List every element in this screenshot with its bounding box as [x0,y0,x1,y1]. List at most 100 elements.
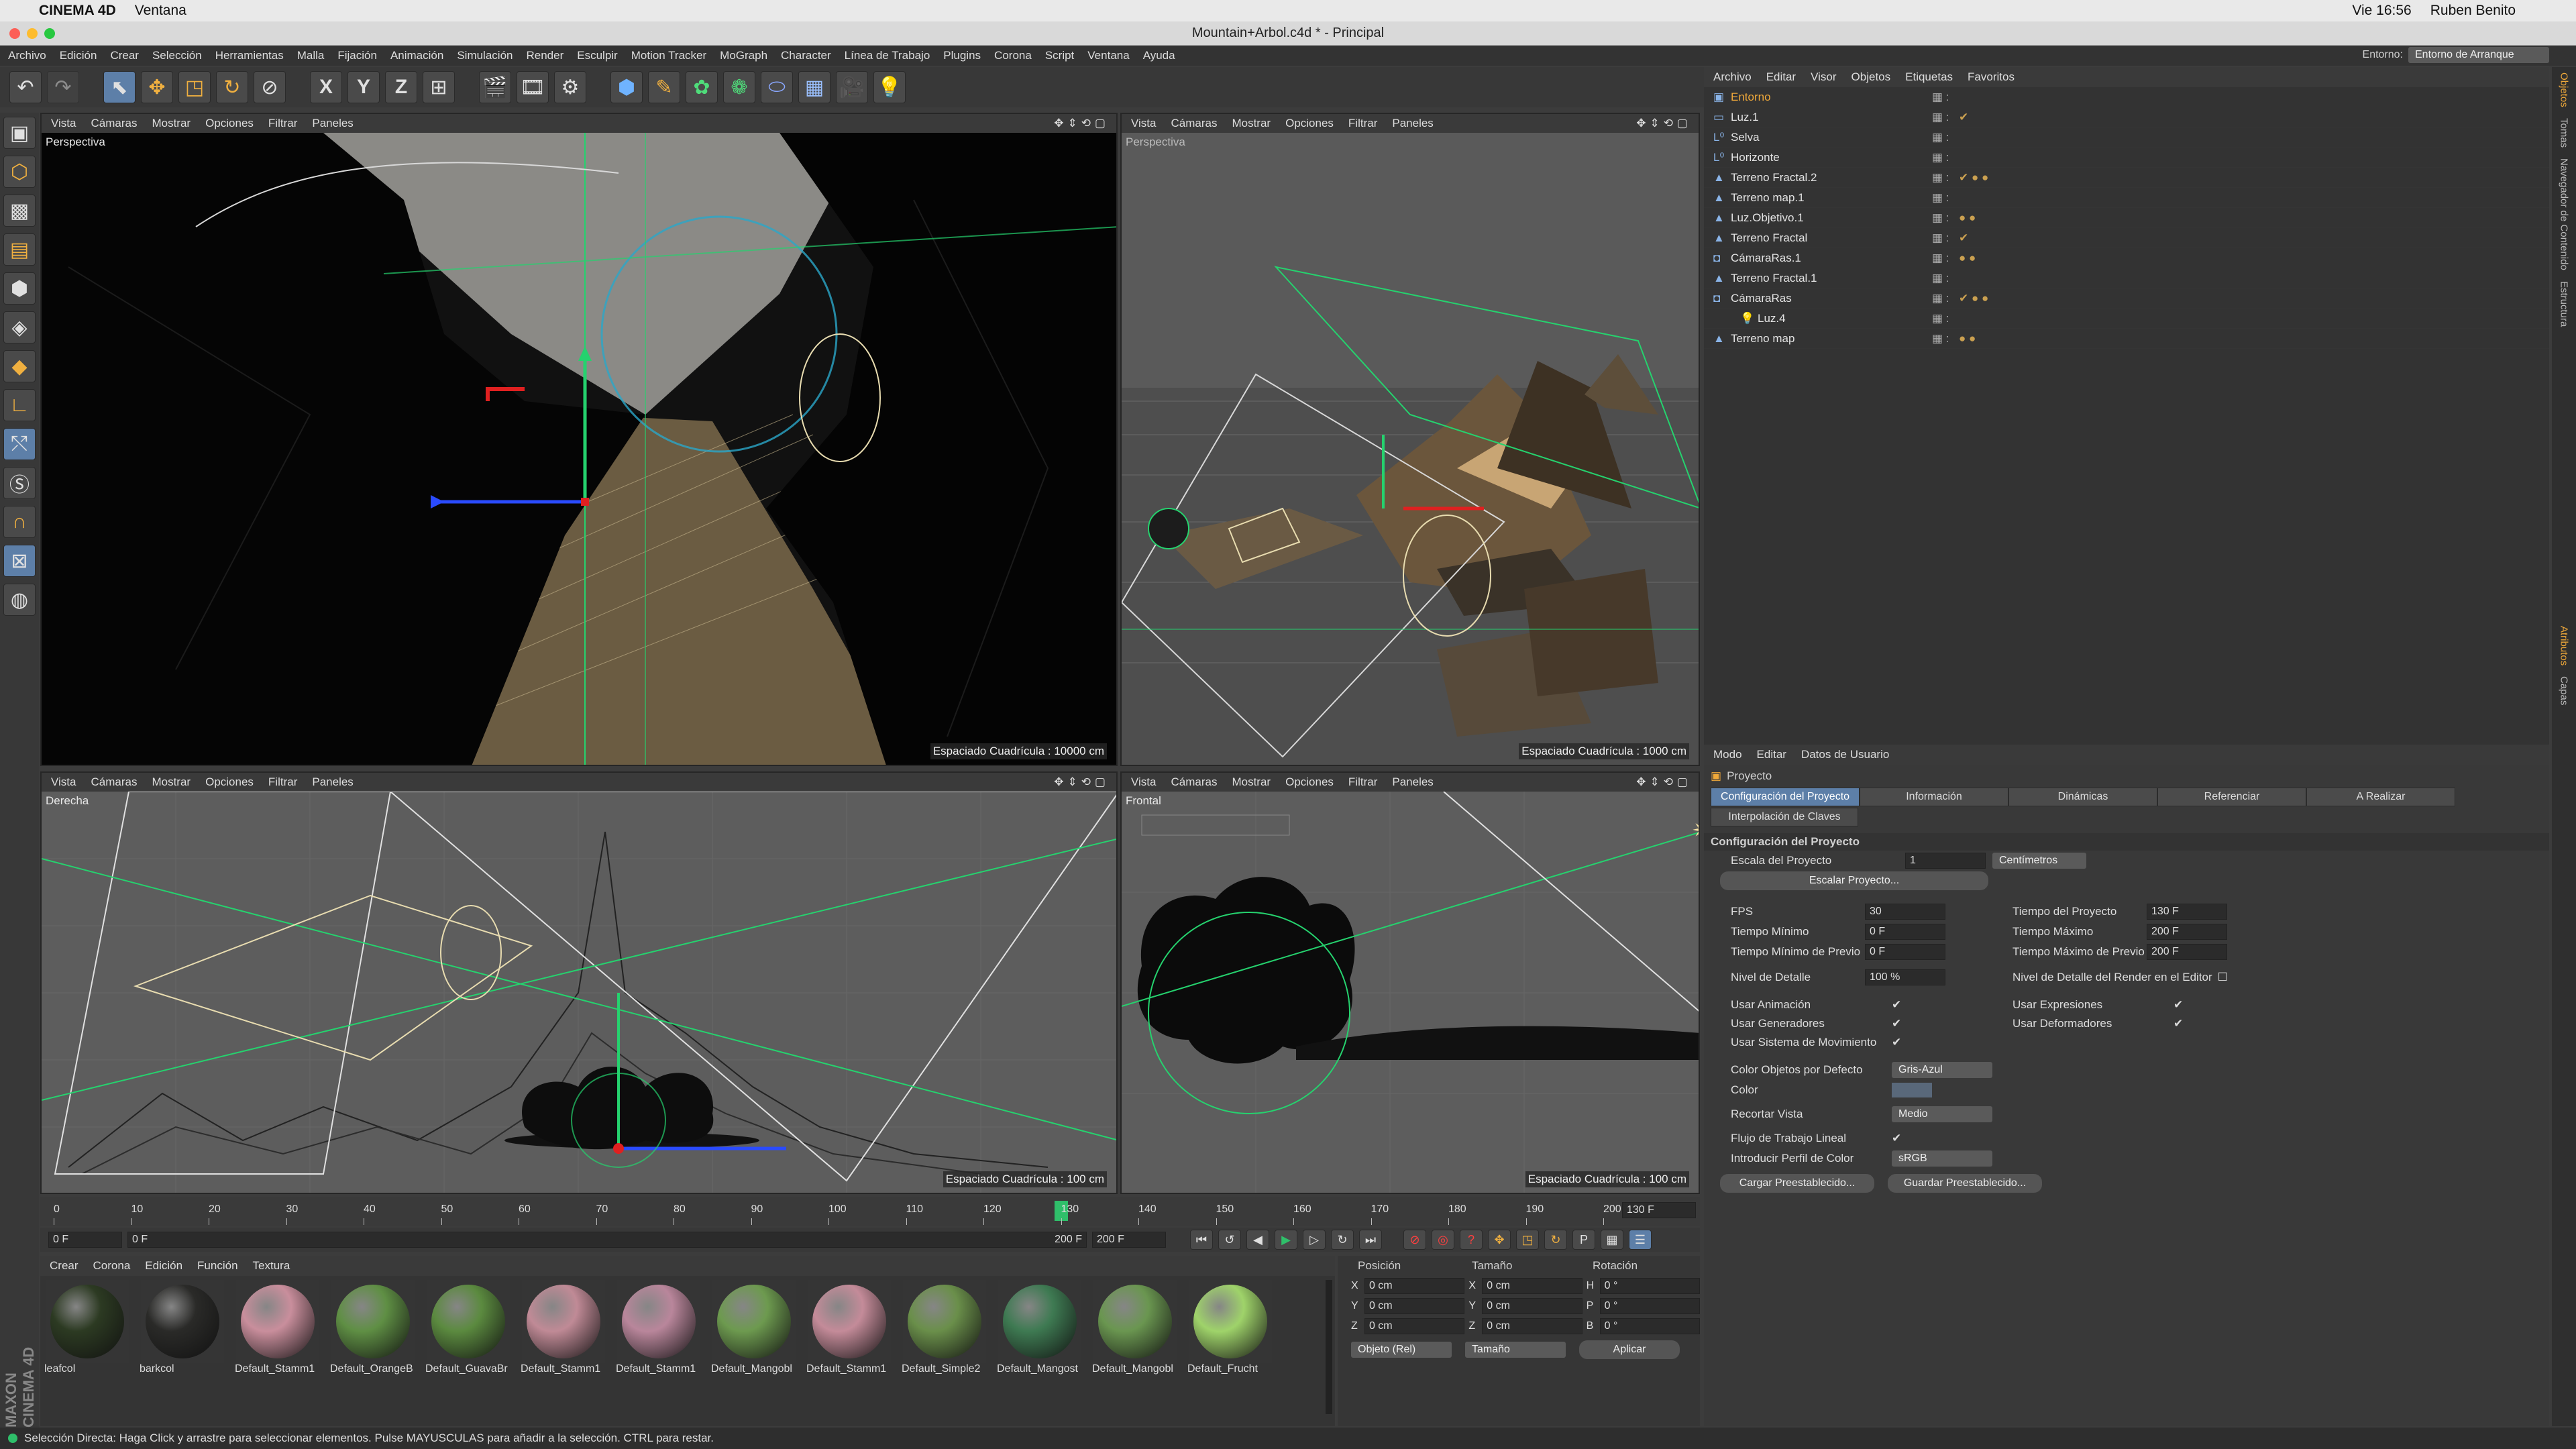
size-field[interactable]: 0 cm [1482,1318,1582,1334]
lod-field[interactable]: 100 % [1865,969,1945,985]
viewport-right[interactable]: Vista Cámaras Mostrar Opciones Filtrar Panele… [40,771,1118,1194]
visibility-toggle-icon[interactable]: ▦ : [1932,252,1959,265]
side-tab[interactable]: Navegador de Contenido [2559,153,2570,276]
coordinate-system-icon[interactable]: ⊞ [423,71,455,103]
viewport-menu-item[interactable]: Mostrar [1232,775,1271,789]
rotate-icon[interactable]: ↻ [216,71,248,103]
key-scale-icon[interactable]: ◳ [1516,1230,1539,1250]
object-tags[interactable]: ● ● [1959,332,1976,345]
render-view-icon[interactable]: 🎬 [479,71,511,103]
viewport-menu-item[interactable]: Opciones [205,775,254,789]
keyframe-selection-icon[interactable]: ? [1460,1230,1483,1250]
visibility-toggle-icon[interactable]: ▦ : [1932,191,1959,205]
menu-4[interactable]: Herramientas [215,49,284,62]
current-frame-field[interactable]: 130 F [1622,1202,1696,1218]
apply-button[interactable]: Aplicar [1579,1340,1680,1359]
viewport-menu-item[interactable]: Filtrar [1348,117,1377,130]
object-menu-item[interactable]: Archivo [1713,70,1752,84]
object-menu-item[interactable]: Etiquetas [1905,70,1953,84]
make-editable-icon[interactable]: ▣ [3,117,36,149]
menu-5[interactable]: Malla [297,49,325,62]
size-mode-dropdown[interactable]: Tamaño [1465,1342,1566,1358]
coord-mode-dropdown[interactable]: Objeto (Rel) [1351,1342,1452,1358]
light-icon[interactable]: 💡 [873,71,906,103]
visibility-toggle-icon[interactable]: ▦ : [1932,211,1959,225]
subdivision-icon[interactable]: ✿ [686,71,718,103]
object-menu-item[interactable]: Visor [1811,70,1836,84]
object-menu-item[interactable]: Objetos [1851,70,1891,84]
linear-workflow-checkbox[interactable]: ✔ [1892,1132,1901,1145]
viewport-nav-icons[interactable]: ✥⇕⟲▢ [1054,775,1110,789]
attr-tab[interactable]: Referenciar [2157,788,2306,806]
user-name[interactable]: Ruben Benito [2430,3,2516,19]
play-icon[interactable]: ▶ [1275,1230,1297,1250]
menu-10[interactable]: Esculpir [577,49,617,62]
material-swatch[interactable]: Default_Stamm1 [233,1280,322,1375]
attr-tab[interactable]: A Realizar [2306,788,2455,806]
camera-icon[interactable]: 🎥 [836,71,868,103]
material-menu-item[interactable]: Textura [253,1259,290,1273]
attr-menu-item[interactable]: Modo [1713,748,1742,761]
viewport-menu-item[interactable]: Mostrar [152,117,191,130]
visibility-toggle-icon[interactable]: ▦ : [1932,312,1959,325]
rotation-field[interactable]: 0 ° [1599,1298,1700,1314]
menu-12[interactable]: MoGraph [720,49,767,62]
menu-0[interactable]: Archivo [8,49,46,62]
color-swatch[interactable] [1892,1083,1932,1097]
visibility-toggle-icon[interactable]: ▦ : [1932,292,1959,305]
time-field[interactable]: 0 F [1865,924,1945,940]
timeline-settings-icon[interactable]: ☰ [1629,1230,1652,1250]
object-tree-item[interactable]: ▲ Terreno Fractal ▦ : ✔ [1704,228,2549,248]
object-menu-item[interactable]: Editar [1766,70,1796,84]
viewport-nav-icons[interactable]: ✥⇕⟲▢ [1054,117,1110,130]
object-tree-item[interactable]: L⁰ Selva ▦ : [1704,127,2549,148]
object-menu-item[interactable]: Favoritos [1968,70,2015,84]
goto-end-icon[interactable]: ⏭ [1359,1230,1382,1250]
object-tree-item[interactable]: ◘ CámaraRas.1 ▦ : ● ● [1704,248,2549,268]
array-icon[interactable]: ❁ [723,71,755,103]
object-tree-item[interactable]: ▣ Entorno ▦ : [1704,87,2549,107]
color-profile-dropdown[interactable]: sRGB [1892,1150,1992,1167]
visibility-toggle-icon[interactable]: ▦ : [1932,111,1959,124]
recent-tool-icon[interactable]: ⊘ [254,71,286,103]
menu-18[interactable]: Ventana [1087,49,1129,62]
minimize-icon[interactable] [27,28,38,39]
visibility-toggle-icon[interactable]: ▦ : [1932,332,1959,345]
attr-tab[interactable]: Dinámicas [2008,788,2157,806]
side-tab[interactable]: Objetos [2559,67,2570,113]
viewport-menu-item[interactable]: Opciones [1285,775,1334,789]
move-icon[interactable]: ✥ [141,71,173,103]
record-icon[interactable]: ⊘ [1403,1230,1426,1250]
zoom-icon[interactable] [44,28,55,39]
material-swatch[interactable]: Default_Stamm1 [519,1280,608,1375]
undo-icon[interactable]: ↶ [9,71,42,103]
viewport-menu-item[interactable]: Opciones [205,117,254,130]
object-tree-item[interactable]: ▲ Terreno map.1 ▦ : [1704,188,2549,208]
material-swatch[interactable]: Default_GuavaBr [424,1280,513,1375]
scale-field[interactable]: 1 [1905,853,1986,869]
side-tab[interactable]: Atributos [2559,621,2570,671]
edges-mode-icon[interactable]: ◈ [3,311,36,343]
menu-16[interactable]: Corona [994,49,1032,62]
menu-7[interactable]: Animación [390,49,443,62]
viewport-menu-item[interactable]: Mostrar [1232,117,1271,130]
viewport-nav-icons[interactable]: ✥⇕⟲▢ [1636,117,1692,130]
app-name[interactable]: CINEMA 4D [39,3,116,19]
magnet-icon[interactable]: ∩ [3,506,36,538]
material-swatch[interactable]: Default_Stamm1 [614,1280,703,1375]
menu-13[interactable]: Character [781,49,831,62]
size-field[interactable]: 0 cm [1482,1278,1582,1294]
preview-range-slider[interactable]: 0 F 200 F [127,1232,1087,1248]
menu-1[interactable]: Edición [60,49,97,62]
sculpt-icon[interactable]: ◍ [3,584,36,616]
deformer-icon[interactable]: ⬭ [761,71,793,103]
menu-19[interactable]: Ayuda [1143,49,1175,62]
layout-dropdown[interactable]: Entorno de Arranque [2408,47,2549,63]
tab-interpolacion[interactable]: Interpolación de Claves [1711,808,1858,826]
time-field[interactable]: 30 [1865,904,1945,920]
attr-menu-item[interactable]: Editar [1757,748,1786,761]
live-selection-icon[interactable]: ⬉ [103,71,136,103]
start-frame-field[interactable]: 0 F [48,1232,122,1248]
time-field[interactable]: 200 F [2147,924,2227,940]
spline-pen-icon[interactable]: ✎ [648,71,680,103]
